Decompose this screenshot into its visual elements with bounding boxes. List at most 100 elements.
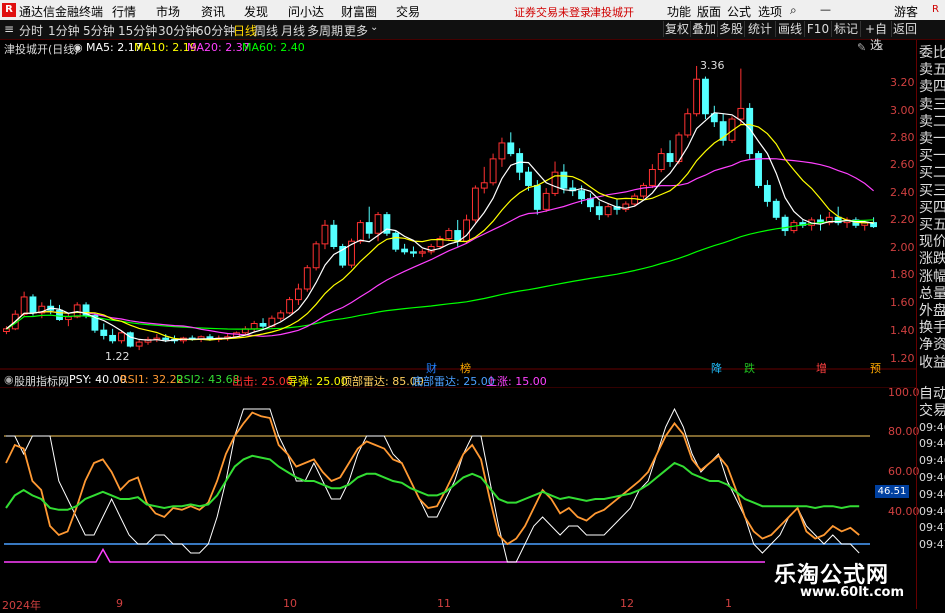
side-item: 换手 [919,320,945,337]
candlestick-chart[interactable] [0,40,917,370]
y-tick: 2.00 [890,241,915,254]
restore-rights-button[interactable]: 复权 [663,21,690,37]
candle-body [578,190,585,200]
candle-body [560,171,568,189]
y-tick: 1.40 [890,324,915,337]
menu-item-formula[interactable]: 公式 [727,3,751,20]
menu-item-ask[interactable]: 问小达 [288,3,324,20]
rsi2-line [5,454,860,511]
tab-period-minute[interactable]: 分时 [19,22,43,39]
side-item: 买一 [919,148,945,165]
trade-login-notice[interactable]: 证券交易未登录 [514,4,591,20]
add-watchlist-button[interactable]: +自选 [860,21,891,52]
psy-line [6,407,860,563]
menu-item-market[interactable]: 市场 [156,3,180,20]
y-tick: 1.20 [890,352,915,365]
side-item: 现价 [919,234,945,251]
menu-item-layout[interactable]: 版面 [697,3,721,20]
tab-period-60min[interactable]: 60分钟 [196,22,235,39]
side-item: 收益 [919,354,945,371]
back-button[interactable]: 返回 [891,21,918,37]
menu-item-options[interactable]: 选项 [758,3,782,20]
menu-item-trade[interactable]: 交易 [396,3,420,20]
candle-body [321,224,329,245]
candle-body [631,195,639,205]
tab-period-1min[interactable]: 1分钟 [48,22,80,39]
tab-period-more[interactable]: 更多 [344,22,368,39]
psy-label: PSY: 40.00 [69,373,127,386]
tab-period-weekly[interactable]: 周线 [254,22,278,39]
chevron-left-icon[interactable]: ≡ [4,22,14,36]
tab-period-monthly[interactable]: 月线 [281,22,305,39]
search-icon[interactable]: ⌕ [790,3,797,18]
rsi2-label: RSI2: 43.68 [176,373,240,386]
tab-period-15min[interactable]: 15分钟 [118,22,157,39]
candle-body [410,251,417,254]
tab-period-30min[interactable]: 30分钟 [158,22,197,39]
menu-item-function[interactable]: 功能 [667,3,691,20]
side-item: 买四 [919,199,945,216]
candle-body [20,296,28,315]
current-value-badge: 46.51 [875,485,909,498]
candle-body [657,153,665,171]
menu-item-wealth[interactable]: 财富圈 [341,3,377,20]
candle-body [365,222,373,234]
marker-reduce[interactable]: 降 [710,360,723,376]
indicator-settings-icon[interactable]: ◉ [4,373,14,386]
rise-line [4,547,765,563]
marker-increase[interactable]: 增 [815,360,828,376]
side-tick-item: 09:46 [919,471,945,484]
candle-body [303,267,311,290]
side-item: 卖四 [919,79,945,96]
y-tick: 2.80 [890,131,915,144]
multi-stock-button[interactable]: 多股 [717,21,744,37]
candle-body [525,171,532,186]
overlay-button[interactable]: 叠加 [690,21,717,37]
marker-forecast[interactable]: 预 [869,360,882,376]
tab-period-multi[interactable]: 多周期 [307,22,343,39]
user-label[interactable]: 游客 [894,3,918,20]
side-tick-item: 09:46 [919,437,945,451]
side-tick-item: 09:46 [919,420,945,434]
draw-line-button[interactable]: 画线 [775,21,804,37]
x-tick: 9 [116,597,123,610]
candle-body [604,206,612,216]
mark-button[interactable]: 标记 [831,21,860,37]
marker-fall[interactable]: 跌 [743,360,756,376]
candle-body [507,142,515,155]
candle-body [587,198,594,208]
window-controls-icon[interactable]: — [820,3,831,16]
tab-period-5min[interactable]: 5分钟 [83,22,115,39]
candle-body [109,334,117,342]
ma5-line [6,112,874,342]
candle-body [595,206,603,216]
statistics-button[interactable]: 统计 [744,21,775,37]
app-logo-icon: R [2,3,16,17]
side-tick-item: 交易 [919,402,945,419]
candle-body [489,158,497,184]
side-item: 卖一 [919,131,945,147]
chevron-down-icon[interactable]: ⌄ [370,22,378,33]
candle-body [277,312,285,319]
candle-body [295,288,302,301]
rsi1-line [5,411,860,546]
candle-body [259,323,267,327]
candle-body [445,230,453,240]
candle-body [471,187,479,221]
candle-body [330,224,338,248]
f10-button[interactable]: F10 [804,21,831,37]
side-tick-item: 09:46 [919,487,945,501]
candle-body [763,184,771,202]
y-tick: 3.20 [890,76,915,89]
candle-body [666,153,674,163]
side-item: 卖二 [919,113,945,130]
menu-item-discover[interactable]: 发现 [244,3,268,20]
ind-y-tick: 60.00 [888,465,920,478]
side-item: 买三 [919,182,945,199]
candle-body [392,232,400,250]
menu-item-news[interactable]: 资讯 [201,3,225,20]
candle-body [162,337,170,340]
menu-item-quotes[interactable]: 行情 [112,3,136,20]
ind-y-tick: 40.00 [888,505,920,518]
low-price-label: 1.22 [105,350,130,363]
